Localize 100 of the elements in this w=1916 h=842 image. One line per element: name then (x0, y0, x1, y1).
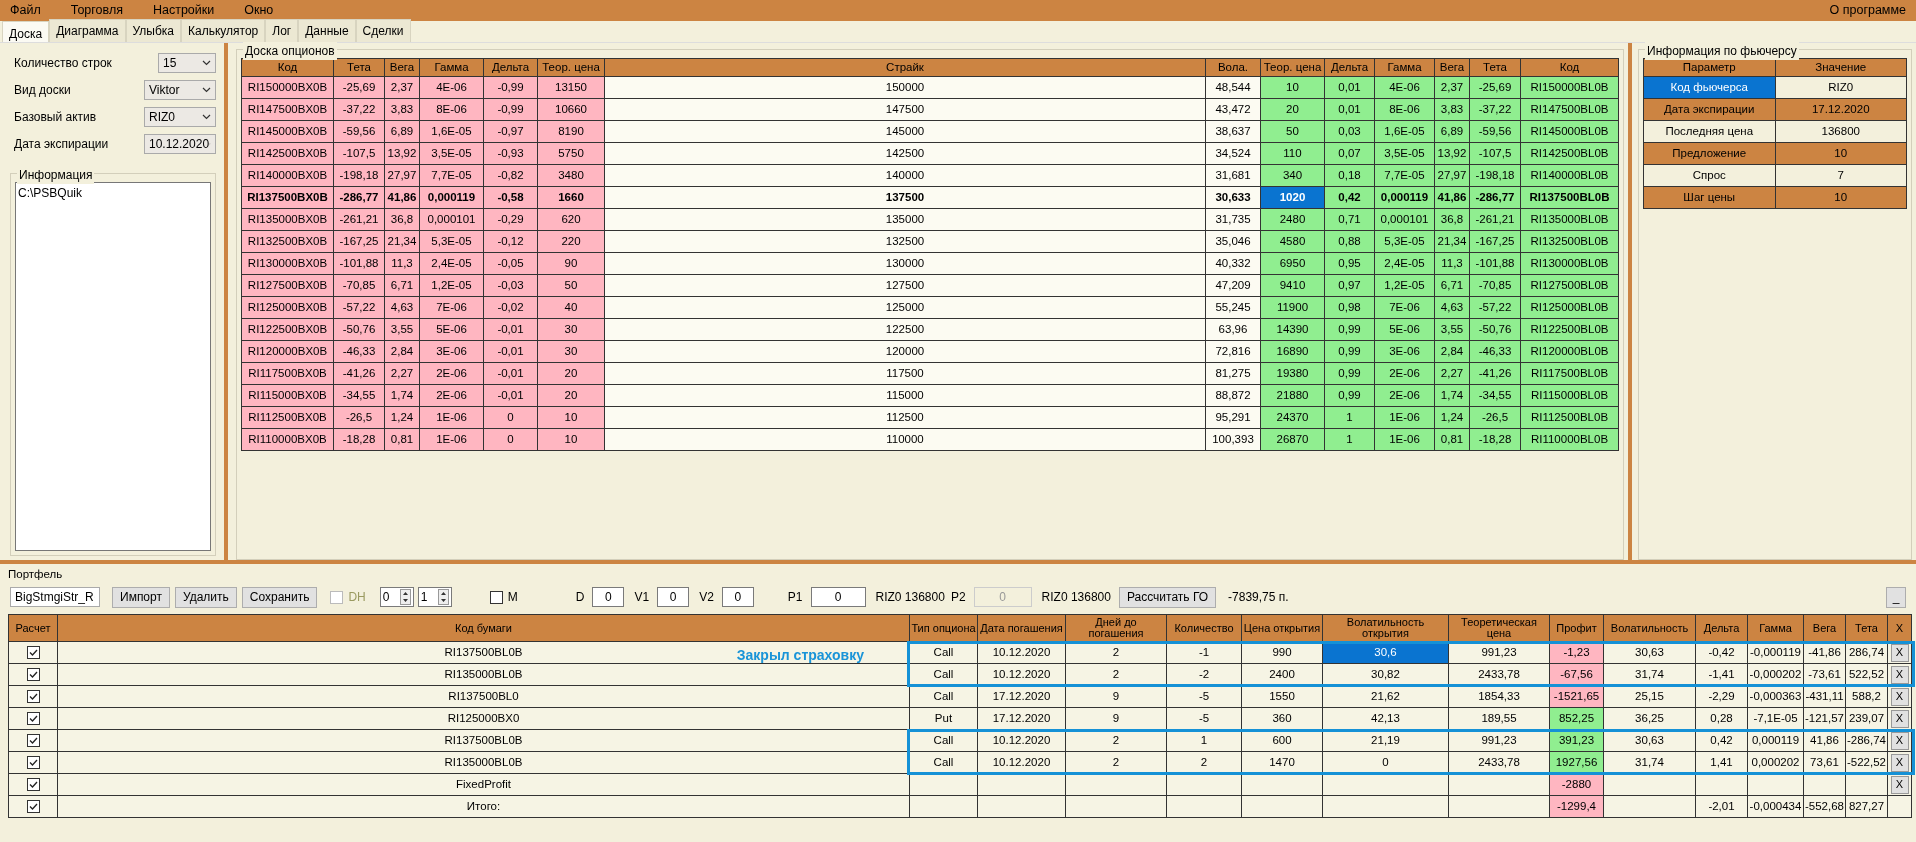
table-cell: RI135000BL0B (57, 663, 910, 686)
tab[interactable]: Лог (265, 19, 299, 42)
checkbox[interactable] (26, 690, 40, 704)
table-cell: RI137500BL0 (57, 685, 910, 708)
menu-item[interactable]: Окно (244, 1, 274, 20)
table-cell: Итого: (57, 795, 910, 818)
remove-button[interactable]: X (1890, 753, 1909, 772)
field-label: V2 (699, 589, 714, 606)
checkbox[interactable] (26, 646, 40, 660)
table-cell: RI145000BX0B (241, 120, 334, 143)
field-label: Дата экспирации (13, 135, 109, 153)
column-header: Волатильность (1603, 614, 1696, 642)
field-label: D (575, 589, 585, 606)
table-cell: RI150000BX0B (241, 76, 334, 99)
table-cell: 115000 (604, 384, 1206, 407)
table-cell: 150000 (604, 76, 1206, 99)
dropdown[interactable]: 10.12.2020 (144, 133, 216, 154)
table-cell: 127500 (604, 274, 1206, 297)
tab[interactable]: Калькулятор (181, 19, 266, 42)
dropdown[interactable]: RIZ0 (144, 106, 216, 127)
checkbox[interactable] (26, 734, 40, 748)
tab[interactable]: Доска (2, 21, 50, 42)
input-field[interactable]: 0 (810, 587, 866, 607)
group-title: Доска опционов (243, 42, 337, 60)
column-header: Тета (333, 58, 385, 77)
minimize-button[interactable]: _ (1886, 586, 1906, 608)
table-cell: 136800 (1775, 120, 1907, 143)
column-header: Волатильность открытия (1322, 614, 1449, 642)
number-spinner[interactable]: 0 (379, 587, 414, 607)
table-cell: RI140000BX0B (241, 164, 334, 187)
table-cell-text: RI137500BL0B (444, 645, 523, 658)
table-cell[interactable]: Спрос (1643, 164, 1775, 187)
column-header: Дельта (483, 58, 538, 77)
table-cell: 137500 (604, 186, 1206, 209)
menu-item[interactable]: Файл (10, 1, 41, 20)
field-label: Количество строк (13, 54, 112, 72)
annotation-text: Закрыл страховку (736, 646, 864, 665)
table-cell: 140000 (604, 164, 1206, 187)
caret-icon (202, 113, 211, 120)
table-cell: RI130000BX0B (241, 252, 334, 275)
field-label: P1 (787, 589, 803, 606)
table-cell: 130000 (604, 252, 1206, 275)
tab[interactable]: Диаграмма (49, 19, 126, 42)
button[interactable]: Удалить (174, 586, 237, 608)
button[interactable]: Сохранить (241, 586, 318, 608)
column-header: Вега (1434, 58, 1470, 77)
tab[interactable]: Сделки (355, 19, 411, 42)
spinner-arrows-icon[interactable] (437, 589, 449, 605)
checkbox[interactable] (26, 668, 40, 682)
table-cell[interactable]: Последняя цена (1643, 120, 1775, 143)
input-field[interactable]: 0 (657, 587, 690, 607)
tab[interactable]: Улыбка (125, 19, 182, 42)
input-field[interactable]: 0 (592, 587, 625, 607)
remove-button[interactable]: X (1890, 709, 1909, 728)
table-cell: RI137500BX0B (241, 186, 334, 209)
info-text-area[interactable]: C:\PSBQuik (15, 182, 211, 551)
column-header: Гамма (419, 58, 484, 77)
field-label: Вид доски (13, 81, 71, 99)
table-cell[interactable]: Предложение (1643, 142, 1775, 165)
checkbox[interactable] (26, 756, 40, 770)
checkbox[interactable] (489, 590, 503, 604)
column-header: Теор. цена (537, 58, 605, 77)
column-header: Код (1520, 58, 1619, 77)
table-cell[interactable]: Дата экспирации (1643, 98, 1775, 121)
spinner-arrows-icon[interactable] (399, 589, 411, 605)
button[interactable]: Импорт (112, 586, 170, 608)
checkbox-label: M (507, 589, 518, 606)
table-cell: 142500 (604, 142, 1206, 165)
menu-item[interactable]: Торговля (70, 1, 123, 20)
menu-item[interactable]: Настройки (152, 1, 215, 20)
dropdown[interactable]: Viktor (144, 79, 216, 100)
remove-button[interactable]: X (1890, 775, 1909, 794)
table-cell: RI137500BL0B (57, 729, 910, 752)
margin-value: -7839,75 п. (1228, 589, 1289, 606)
checkbox[interactable] (26, 800, 40, 814)
remove-button[interactable]: X (1890, 665, 1909, 684)
table-cell: RI132500BX0B (241, 230, 334, 253)
field-label: V1 (634, 589, 650, 606)
column-header: Профит (1549, 614, 1604, 642)
table-cell[interactable]: Код фьючерса (1643, 76, 1775, 99)
table-cell: RI117500BX0B (241, 362, 334, 385)
table-cell: RIZ0 (1775, 76, 1907, 99)
group-title: Информация по фьючерсу (1645, 42, 1799, 60)
column-header: Дельта (1695, 614, 1748, 642)
table-cell[interactable]: Шаг цены (1643, 186, 1775, 209)
menu-item[interactable]: О программе (1829, 1, 1906, 20)
column-header: Вега (1803, 614, 1846, 642)
checkbox[interactable] (26, 712, 40, 726)
calculate-button[interactable]: Рассчитать ГО (1118, 586, 1217, 608)
dropdown[interactable]: BigStmgiStr_R (10, 587, 100, 607)
column-header: Расчет (8, 614, 58, 642)
column-header: Гамма (1747, 614, 1804, 642)
remove-button[interactable]: X (1890, 687, 1909, 706)
dropdown[interactable]: 15 (158, 52, 216, 73)
checkbox[interactable] (26, 778, 40, 792)
tab[interactable]: Данные (298, 19, 356, 42)
number-spinner[interactable]: 1 (417, 587, 452, 607)
column-header: Теоретическая цена (1448, 614, 1550, 642)
table-cell: RI125000BX0B (241, 296, 334, 319)
input-field[interactable]: 0 (721, 587, 754, 607)
